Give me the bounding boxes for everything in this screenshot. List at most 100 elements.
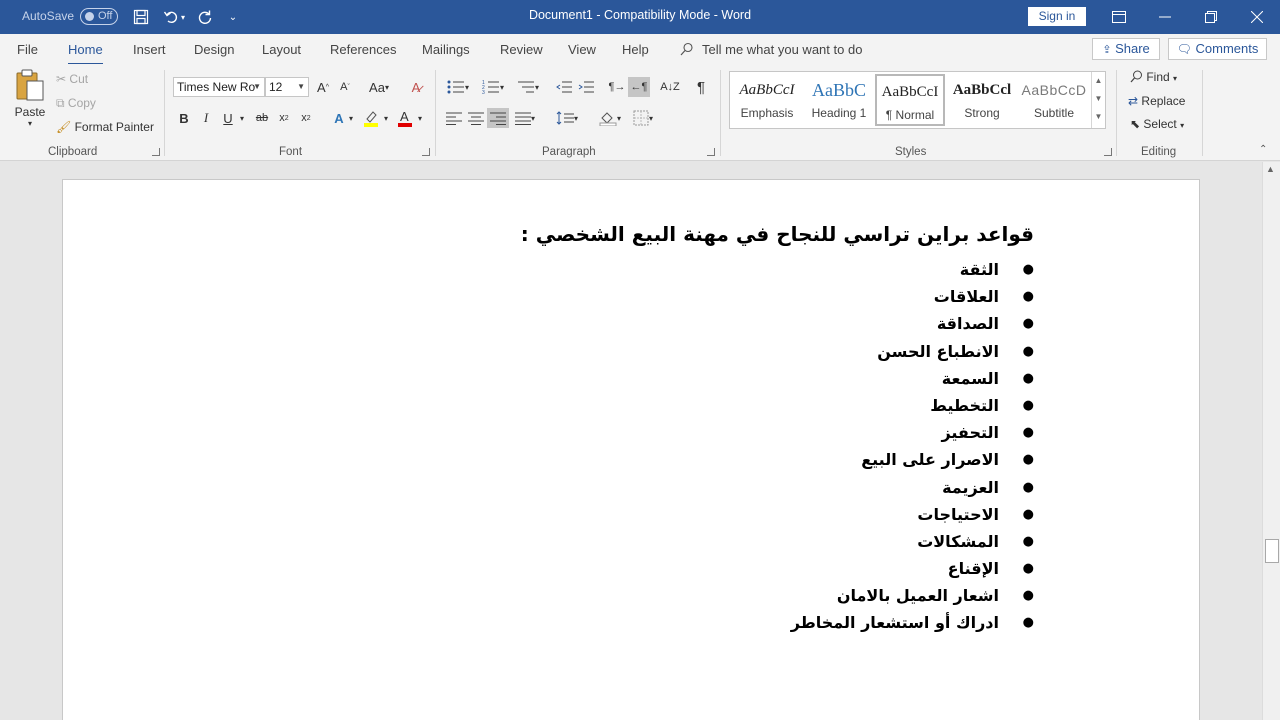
undo-dropdown-icon[interactable]: ▾ [178, 6, 188, 28]
clipboard-launcher-icon[interactable] [152, 148, 160, 156]
scroll-up-icon[interactable]: ▲ [1266, 164, 1275, 174]
copy-icon: ⧉ [56, 96, 65, 110]
style-preview: AaBbCcD [1021, 82, 1087, 98]
more-styles-icon[interactable]: ▼ [1092, 108, 1105, 126]
subscript-icon[interactable]: x2 [273, 108, 295, 128]
select-dropdown-icon[interactable]: ▾ [1180, 121, 1184, 130]
font-name-combo[interactable]: Times New Ro ▼ [173, 77, 265, 97]
line-spacing-icon[interactable]: ▾ [552, 108, 582, 128]
format-painter-button[interactable]: 🖌 Format Painter [56, 120, 154, 134]
decrease-indent-icon[interactable] [553, 77, 575, 97]
style-preview: AaBbCcI [739, 82, 795, 98]
text-effects-dropdown-icon[interactable]: ▾ [345, 108, 357, 128]
save-icon[interactable] [130, 6, 152, 28]
ltr-direction-icon[interactable]: ¶→ [606, 77, 628, 97]
collapse-ribbon-icon[interactable]: ⌃ [1259, 144, 1267, 155]
comments-button[interactable]: 🗨 Comments [1168, 38, 1267, 60]
styles-group-label: Styles [895, 146, 927, 158]
scroll-up-icon[interactable]: ▲ [1092, 72, 1105, 90]
copy-button[interactable]: ⧉ Copy [56, 96, 96, 111]
paste-button[interactable]: Paste ▾ [12, 68, 48, 128]
ribbon-display-options-icon[interactable] [1096, 0, 1142, 34]
borders-icon[interactable]: ▾ [628, 108, 658, 128]
sort-icon[interactable]: A↓Z [659, 77, 681, 97]
cut-button[interactable]: ✂ Cut [56, 72, 88, 86]
style-name: ¶ Normal [885, 108, 935, 122]
restore-icon[interactable] [1188, 0, 1234, 34]
tab-mailings[interactable]: Mailings [422, 42, 470, 57]
font-color-icon[interactable]: A [394, 108, 416, 128]
shading-icon[interactable]: ▾ [595, 108, 625, 128]
align-left-icon[interactable] [443, 108, 465, 128]
find-button[interactable]: Find ▾ [1130, 70, 1177, 84]
scroll-down-icon[interactable]: ▼ [1092, 90, 1105, 108]
comments-label: Comments [1195, 41, 1259, 56]
tab-review[interactable]: Review [500, 42, 543, 57]
chevron-down-icon: ▼ [297, 82, 305, 91]
align-right-icon[interactable] [487, 108, 509, 128]
change-case-button[interactable]: Aa ▾ [364, 77, 394, 97]
justify-icon[interactable]: ▾ [509, 108, 541, 128]
show-formatting-marks-icon[interactable]: ¶ [690, 77, 712, 97]
find-dropdown-icon[interactable]: ▾ [1173, 74, 1177, 83]
list-item-text: الانطباع الحسن [877, 341, 999, 361]
style-name: Emphasis [740, 106, 794, 120]
italic-button[interactable]: I [195, 108, 217, 128]
grow-font-icon[interactable]: A ^ [312, 77, 334, 97]
styles-gallery-scroll[interactable]: ▲ ▼ ▼ [1091, 72, 1105, 128]
tab-home[interactable]: Home [68, 42, 103, 66]
shrink-font-icon[interactable]: Aˇ [334, 77, 356, 97]
bullet-icon: ● [1022, 316, 1034, 332]
style-name: Strong [964, 106, 1000, 120]
vertical-scrollbar[interactable]: ▲ [1262, 162, 1280, 720]
tab-design[interactable]: Design [194, 42, 234, 57]
replace-button[interactable]: ⇄ Replace [1128, 94, 1185, 108]
sign-in-button[interactable]: Sign in [1028, 7, 1086, 26]
font-size-combo[interactable]: 12 ▼ [265, 77, 309, 97]
style-emphasis[interactable]: AaBbCcI Emphasis [732, 74, 802, 126]
align-center-icon[interactable] [465, 108, 487, 128]
paragraph-launcher-icon[interactable] [707, 148, 715, 156]
ribbon-home: Paste ▾ ✂ Cut ⧉ Copy 🖌 Format Painter Cl… [0, 64, 1280, 161]
tab-layout[interactable]: Layout [262, 42, 301, 57]
autosave-toggle[interactable]: Off [80, 8, 118, 25]
font-color-dropdown-icon[interactable]: ▾ [414, 108, 426, 128]
replace-icon: ⇄ [1128, 94, 1139, 108]
tab-help[interactable]: Help [622, 42, 649, 57]
document-page[interactable]: قواعد براين تراسي للنجاح في مهنة البيع ا… [62, 179, 1200, 720]
tab-references[interactable]: References [330, 42, 396, 57]
style-strong[interactable]: AaBbCcl Strong [947, 74, 1017, 126]
font-launcher-icon[interactable] [422, 148, 430, 156]
style-heading-1[interactable]: AaBbC Heading 1 [804, 74, 874, 126]
bullet-icon: ● [1022, 343, 1034, 359]
redo-icon[interactable] [194, 6, 216, 28]
styles-launcher-icon[interactable] [1104, 148, 1112, 156]
bullets-icon[interactable]: ▾ [443, 77, 473, 97]
close-icon[interactable] [1234, 0, 1280, 34]
numbering-icon[interactable]: 1 2 3 ▾ [478, 77, 508, 97]
bold-button[interactable]: B [173, 108, 195, 128]
font-group-label: Font [279, 146, 303, 158]
customize-toolbar-icon[interactable]: ⌄ [222, 6, 244, 28]
tab-file[interactable]: File [17, 42, 38, 57]
tab-insert[interactable]: Insert [133, 42, 166, 57]
share-button[interactable]: ⇪ Share [1092, 38, 1160, 60]
increase-indent-icon[interactable] [575, 77, 597, 97]
strikethrough-button[interactable]: ab [251, 108, 273, 128]
paste-dropdown-icon[interactable]: ▾ [12, 119, 48, 128]
style-subtitle[interactable]: AaBbCcD Subtitle [1019, 74, 1089, 126]
clear-formatting-icon[interactable]: A̷ [405, 77, 427, 97]
minimize-icon[interactable] [1142, 0, 1188, 34]
tell-me-search[interactable]: Tell me what you want to do [680, 42, 862, 57]
tab-view[interactable]: View [568, 42, 596, 57]
underline-dropdown-icon[interactable]: ▾ [236, 108, 248, 128]
superscript-icon[interactable]: x2 [295, 108, 317, 128]
rtl-direction-icon[interactable]: ←¶ [628, 77, 650, 97]
bullet-icon: ● [1022, 479, 1034, 495]
highlight-dropdown-icon[interactable]: ▾ [380, 108, 392, 128]
select-button[interactable]: ⬉ Select ▾ [1130, 117, 1184, 131]
scroll-thumb[interactable] [1265, 539, 1279, 563]
multilevel-list-icon[interactable]: ▾ [513, 77, 543, 97]
style-normal[interactable]: AaBbCcI ¶ Normal [875, 74, 945, 126]
highlight-color-icon[interactable] [360, 108, 382, 128]
